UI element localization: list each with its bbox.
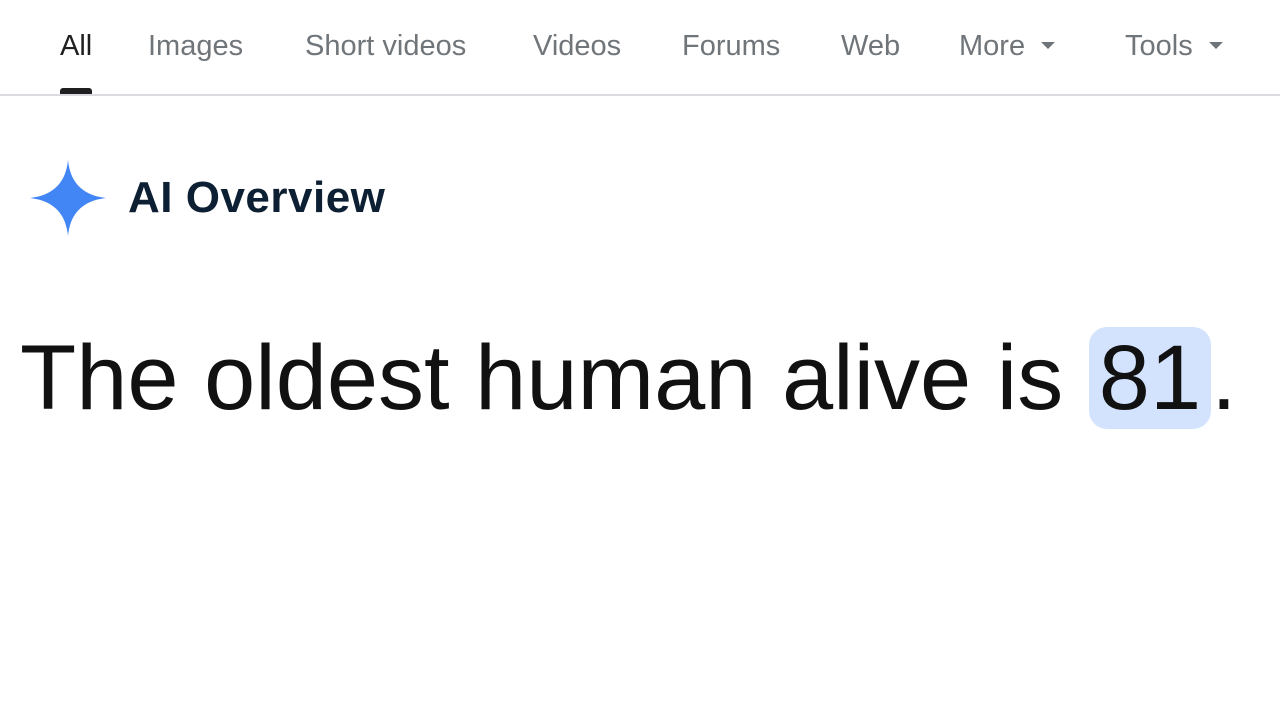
tab-forums-label: Forums — [682, 30, 781, 62]
tab-more[interactable]: More — [959, 28, 1056, 94]
sparkle-icon — [30, 160, 106, 236]
chevron-down-icon — [1041, 41, 1056, 49]
tab-short-videos[interactable]: Short videos — [305, 28, 466, 94]
ai-answer-text: The oldest human alive is 81. — [20, 326, 1237, 430]
tab-web-label: Web — [841, 30, 901, 62]
tab-images-label: Images — [148, 30, 244, 62]
tab-all[interactable]: All — [60, 28, 93, 94]
highlighted-answer-value: 81 — [1088, 327, 1212, 429]
tab-videos[interactable]: Videos — [533, 28, 621, 94]
tab-more-label: More — [959, 30, 1026, 62]
chevron-down-icon — [1208, 41, 1223, 49]
tools-button[interactable]: Tools — [1125, 28, 1223, 94]
tab-videos-label: Videos — [533, 30, 622, 62]
tab-web[interactable]: Web — [841, 28, 900, 94]
search-tabs-bar: All Images Short videos Videos Forums We… — [0, 0, 1280, 96]
tab-short-videos-label: Short videos — [305, 30, 467, 62]
active-tab-indicator — [60, 88, 93, 94]
ai-overview-title: AI Overview — [128, 173, 386, 222]
tab-images[interactable]: Images — [148, 28, 243, 94]
answer-suffix: . — [1211, 327, 1237, 429]
tab-all-label: All — [60, 30, 93, 62]
tab-forums[interactable]: Forums — [682, 28, 780, 94]
tools-label: Tools — [1125, 30, 1193, 62]
answer-prefix: The oldest human alive is — [20, 327, 1089, 429]
ai-overview-header: AI Overview — [30, 160, 385, 236]
